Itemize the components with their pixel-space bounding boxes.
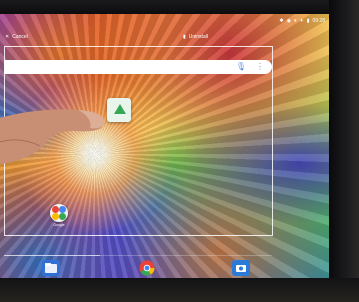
search-bar[interactable]: 🎙 ⋮ — [4, 60, 272, 74]
lens-icon[interactable]: ⋮ — [256, 62, 264, 71]
status-icons: ✱ ◉ ▾ ✈ ▮ 09:28 — [279, 18, 325, 24]
camera-icon[interactable] — [232, 260, 250, 276]
trash-icon: ▮ — [183, 34, 186, 40]
dock — [0, 258, 329, 278]
alarm-icon: ◉ — [286, 18, 291, 24]
user-finger — [0, 98, 110, 168]
close-icon: ✕ — [5, 34, 10, 40]
clock: 09:28 — [312, 18, 325, 24]
device-bezel-bottom — [0, 278, 359, 302]
chrome-icon[interactable] — [138, 260, 156, 276]
status-bar: ✱ ◉ ▾ ✈ ▮ 09:28 — [0, 14, 329, 30]
uninstall-target[interactable]: ▮ Uninstall — [183, 34, 208, 40]
page-indicator-track — [100, 255, 272, 256]
uninstall-label: Uninstall — [188, 34, 208, 40]
battery-icon: ▮ — [306, 18, 310, 24]
wifi-icon: ▾ — [294, 18, 297, 24]
mic-icon[interactable]: 🎙 — [236, 62, 246, 71]
app-logo-icon — [114, 104, 126, 114]
device-bezel-right — [329, 0, 359, 302]
folder-icon — [50, 204, 68, 222]
folder-label: Google — [53, 223, 65, 227]
bluetooth-icon: ✱ — [279, 18, 284, 24]
cancel-target[interactable]: ✕ Cancel — [5, 34, 28, 40]
cancel-label: Cancel — [12, 34, 28, 40]
airplane-icon: ✈ — [299, 18, 304, 24]
dragged-app-icon[interactable] — [107, 98, 131, 122]
page-indicator — [4, 255, 100, 256]
tablet-screen: ✱ ◉ ▾ ✈ ▮ 09:28 ✕ Cancel ▮ Uninstall 🎙 ⋮ — [0, 14, 329, 278]
google-folder[interactable]: Google — [47, 204, 71, 227]
files-icon[interactable] — [42, 260, 60, 276]
device-bezel-top — [0, 0, 359, 14]
drag-action-bar: ✕ Cancel ▮ Uninstall — [0, 30, 329, 44]
